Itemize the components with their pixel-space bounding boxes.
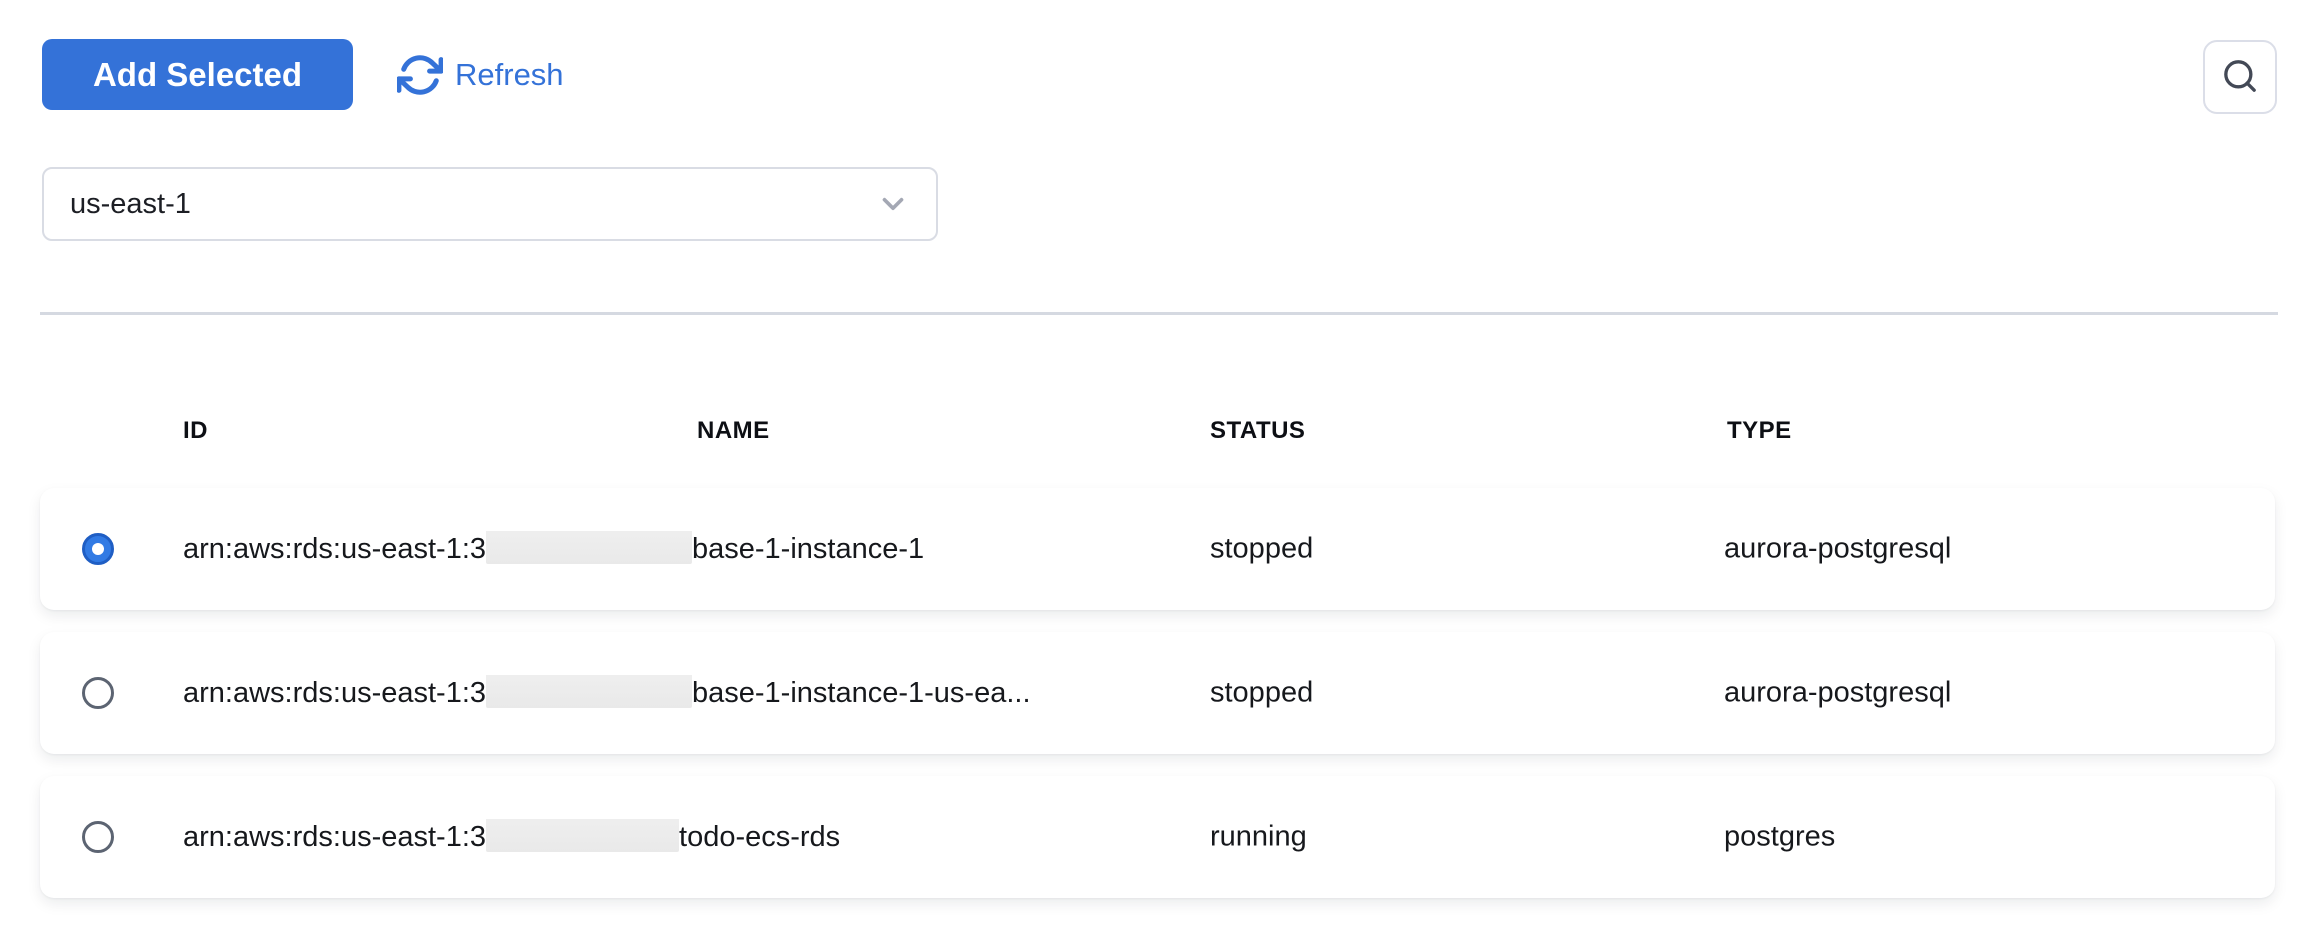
region-select[interactable]: us-east-1 xyxy=(42,167,938,241)
table-row[interactable]: arn:aws:rds:us-east-1:3 todo-ecs-rds run… xyxy=(40,776,2275,898)
redacted-account-id xyxy=(486,531,692,564)
status-cell: running xyxy=(1210,821,1307,854)
type-cell: aurora-postgresql xyxy=(1724,677,1951,710)
rds-instance-picker: Add Selected Refresh us-east-1 xyxy=(0,0,2298,934)
id-prefix: arn:aws:rds:us-east-1:3 xyxy=(183,677,486,710)
region-select-value: us-east-1 xyxy=(70,188,876,221)
section-divider xyxy=(40,312,2278,315)
id-suffix: base-1-instance-1-us-ea... xyxy=(692,677,1031,710)
id-cell: arn:aws:rds:us-east-1:3 base-1-instance-… xyxy=(183,531,924,567)
radio-button[interactable] xyxy=(82,677,114,709)
radio-button[interactable] xyxy=(82,821,114,853)
redacted-account-id xyxy=(486,675,692,708)
refresh-button[interactable]: Refresh xyxy=(397,39,564,110)
column-header-type: TYPE xyxy=(1727,417,1792,445)
redacted-account-id xyxy=(486,819,679,852)
id-suffix: base-1-instance-1 xyxy=(692,533,924,566)
id-suffix: todo-ecs-rds xyxy=(679,821,840,854)
type-cell: aurora-postgresql xyxy=(1724,533,1951,566)
refresh-icon xyxy=(397,52,443,98)
column-header-name: NAME xyxy=(697,417,770,445)
id-cell: arn:aws:rds:us-east-1:3 base-1-instance-… xyxy=(183,675,1031,711)
table-row[interactable]: arn:aws:rds:us-east-1:3 base-1-instance-… xyxy=(40,632,2275,754)
status-cell: stopped xyxy=(1210,677,1313,710)
refresh-label: Refresh xyxy=(455,57,564,93)
radio-button[interactable] xyxy=(82,533,114,565)
search-icon xyxy=(2220,56,2260,99)
id-cell: arn:aws:rds:us-east-1:3 todo-ecs-rds xyxy=(183,819,840,855)
add-selected-button[interactable]: Add Selected xyxy=(42,39,353,110)
type-cell: postgres xyxy=(1724,821,1835,854)
table-row[interactable]: arn:aws:rds:us-east-1:3 base-1-instance-… xyxy=(40,488,2275,610)
status-cell: stopped xyxy=(1210,533,1313,566)
search-button[interactable] xyxy=(2203,40,2277,114)
id-prefix: arn:aws:rds:us-east-1:3 xyxy=(183,533,486,566)
column-header-status: STATUS xyxy=(1210,417,1305,445)
column-header-id: ID xyxy=(183,417,208,445)
chevron-down-icon xyxy=(876,187,910,221)
id-prefix: arn:aws:rds:us-east-1:3 xyxy=(183,821,486,854)
